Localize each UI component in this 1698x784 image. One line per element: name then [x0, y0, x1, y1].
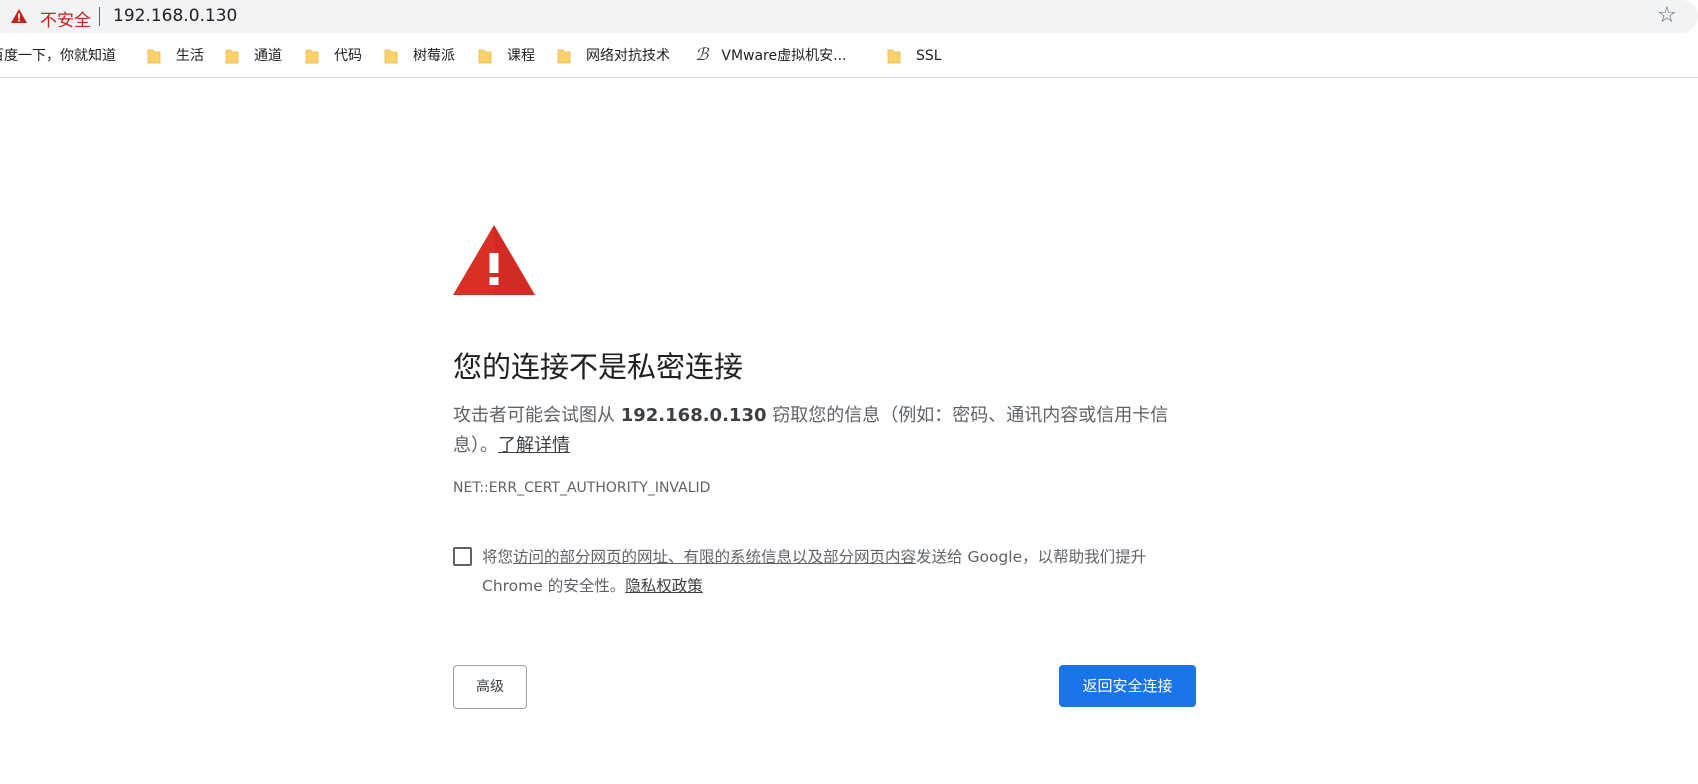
bookmark-label: 百度一下，你就知道 — [0, 48, 116, 64]
optin-prefix: 将您 — [482, 548, 514, 566]
security-status-label[interactable]: 不安全 — [40, 6, 91, 31]
omnibox-divider — [99, 7, 100, 26]
bookmark-folder[interactable]: 代码 — [305, 46, 362, 66]
optin-checkbox[interactable] — [453, 547, 472, 566]
desc-host: 192.168.0.130 — [620, 405, 767, 426]
desc-prefix: 攻击者可能会试图从 — [453, 405, 621, 426]
address-bar[interactable]: 不安全 192.168.0.130 ☆ — [0, 0, 1698, 33]
folder-icon — [147, 49, 161, 64]
bookmark-star-icon[interactable]: ☆ — [1657, 4, 1677, 28]
privacy-policy-link[interactable]: 隐私权政策 — [625, 577, 703, 595]
bookmark-label: 生活 — [176, 48, 204, 64]
bookmark-folder[interactable]: 课程 — [478, 46, 535, 66]
optin-details-link[interactable]: 访问的部分网页的网址、有限的系统信息以及部分网页内容 — [513, 548, 916, 566]
bookmark-label: SSL — [916, 48, 942, 64]
bookmark-label: 网络对抗技术 — [586, 48, 670, 64]
back-to-safety-button[interactable]: 返回安全连接 — [1059, 665, 1196, 707]
folder-icon — [887, 49, 901, 64]
bookmark-label: 树莓派 — [413, 48, 455, 64]
bookmark-item[interactable]: 百度一下，你就知道 — [0, 46, 116, 66]
warning-icon[interactable] — [10, 8, 28, 24]
bookmark-folder[interactable]: 树莓派 — [384, 46, 455, 66]
advanced-button[interactable]: 高级 — [453, 665, 527, 709]
bookmark-folder[interactable]: 通道 — [225, 46, 282, 66]
optin-text: 将您访问的部分网页的网址、有限的系统信息以及部分网页内容发送给 Google，以… — [482, 543, 1182, 601]
page-title: 您的连接不是私密连接 — [453, 350, 744, 384]
vmware-icon: ℬ — [695, 45, 709, 65]
folder-icon — [557, 49, 571, 64]
bookmark-folder[interactable]: 生活 — [147, 46, 204, 66]
bookmark-folder[interactable]: 网络对抗技术 — [557, 46, 670, 66]
bookmark-label: 代码 — [334, 48, 362, 64]
learn-more-link[interactable]: 了解详情 — [498, 435, 570, 456]
bookmark-label: 课程 — [507, 48, 535, 64]
bookmark-label: 通道 — [254, 48, 282, 64]
folder-icon — [225, 49, 239, 64]
error-description: 攻击者可能会试图从 192.168.0.130 窃取您的信息（例如：密码、通讯内… — [453, 401, 1173, 461]
folder-icon — [478, 49, 492, 64]
url-text[interactable]: 192.168.0.130 — [113, 6, 237, 26]
folder-icon — [305, 49, 319, 64]
bookmark-folder[interactable]: SSL — [887, 46, 942, 66]
bookmarks-bar: 百度一下，你就知道 生活 通道 代码 树莓派 课程 网络对抗技术 ℬ VMware… — [0, 33, 1698, 78]
bookmark-item[interactable]: ℬ VMware虚拟机安... — [695, 46, 846, 66]
warning-triangle-icon — [453, 225, 535, 295]
bookmark-label: VMware虚拟机安... — [721, 48, 847, 64]
folder-icon — [384, 49, 398, 64]
error-code[interactable]: NET::ERR_CERT_AUTHORITY_INVALID — [453, 480, 710, 496]
